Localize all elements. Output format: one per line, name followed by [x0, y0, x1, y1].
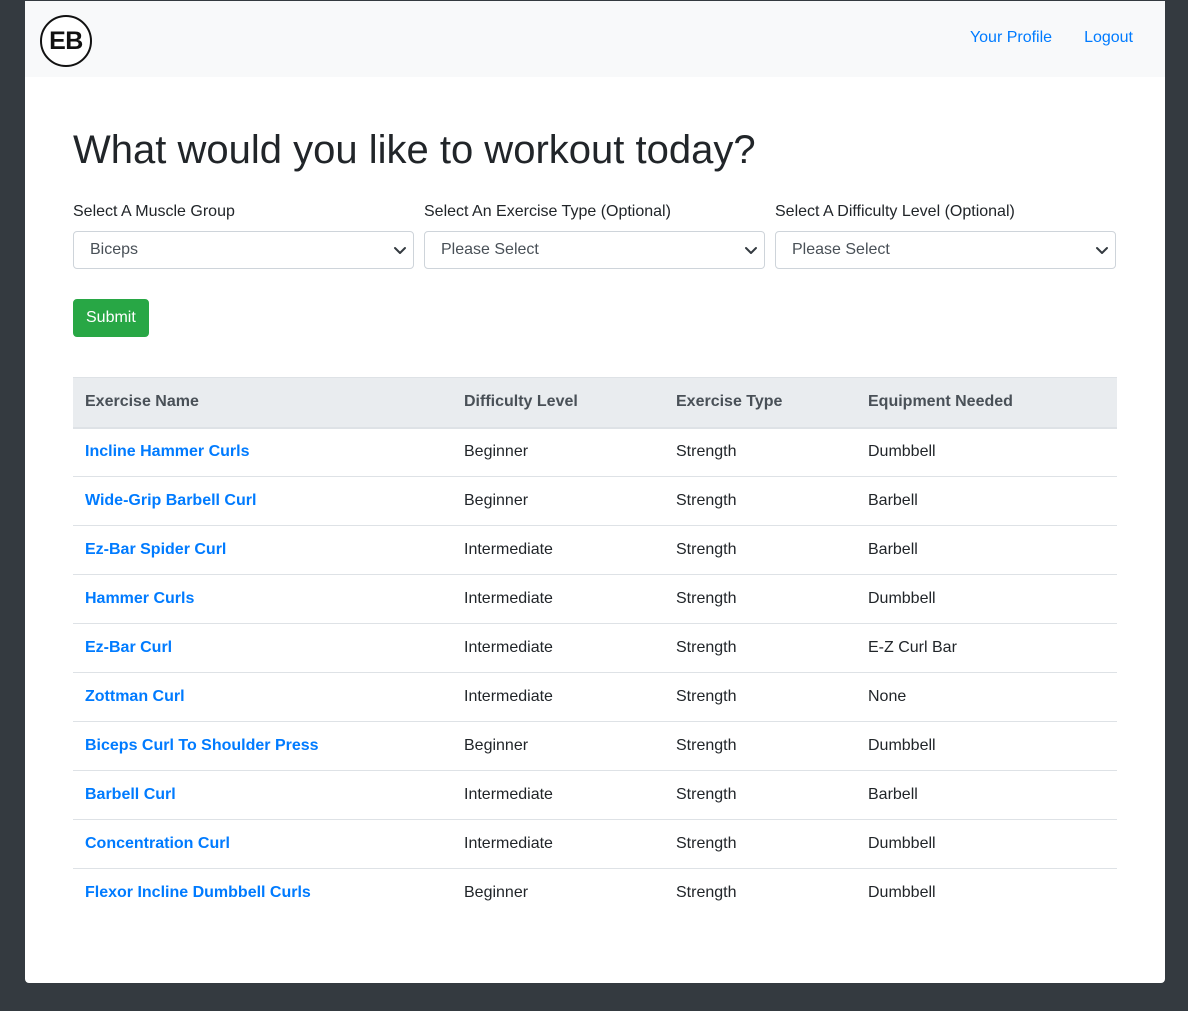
exercise-name-cell: Flexor Incline Dumbbell Curls — [73, 869, 452, 918]
exercise-type-select[interactable]: Please Select — [424, 231, 765, 269]
equipment-cell: Dumbbell — [856, 574, 1117, 624]
difficulty-cell: Intermediate — [452, 574, 664, 624]
table-row: Hammer Curls Intermediate Strength Dumbb… — [73, 574, 1117, 624]
equipment-cell: Dumbbell — [856, 819, 1117, 869]
muscle-group-value: Biceps — [90, 241, 139, 258]
exercise-name-cell: Barbell Curl — [73, 770, 452, 820]
equipment-cell: Barbell — [856, 770, 1117, 820]
chevron-down-icon — [1096, 247, 1108, 254]
column-header-equipment-needed: Equipment Needed — [856, 377, 1117, 429]
equipment-cell: Dumbbell — [856, 427, 1117, 477]
exercise-link[interactable]: Wide-Grip Barbell Curl — [85, 492, 256, 509]
page-title: What would you like to workout today? — [73, 128, 756, 172]
difficulty-cell: Beginner — [452, 427, 664, 477]
table-body: Incline Hammer Curls Beginner Strength D… — [73, 427, 1117, 918]
exercise-type-cell: Strength — [676, 884, 737, 902]
difficulty-cell: Intermediate — [452, 770, 664, 820]
exercise-link[interactable]: Ez-Bar Curl — [85, 639, 172, 656]
muscle-group-select[interactable]: Biceps — [73, 231, 414, 269]
column-header-exercise-name: Exercise Name — [73, 377, 452, 429]
nav-links: Your Profile Logout — [970, 29, 1133, 47]
navbar: EB Your Profile Logout — [25, 1, 1165, 77]
exercise-type-cell: Strength — [664, 721, 856, 771]
chevron-down-icon — [745, 247, 757, 254]
exercise-link[interactable]: Barbell Curl — [85, 786, 176, 803]
exercise-type-cell: Strength — [664, 672, 856, 722]
exercise-type-cell: Strength — [664, 770, 856, 820]
difficulty-cell: Intermediate — [452, 623, 664, 673]
table-row: Wide-Grip Barbell Curl Beginner Strength… — [73, 476, 1117, 526]
exercise-link[interactable]: Flexor Incline Dumbbell Curls — [85, 884, 311, 901]
difficulty-level-filter: Select A Difficulty Level (Optional) Ple… — [775, 202, 1116, 269]
exercise-link[interactable]: Biceps Curl To Shoulder Press — [85, 737, 319, 754]
exercise-name-cell: Wide-Grip Barbell Curl — [73, 476, 452, 526]
exercise-type-cell: Strength — [664, 427, 856, 477]
difficulty-cell: Beginner — [452, 721, 664, 771]
exercise-name-cell: Ez-Bar Curl — [73, 623, 452, 673]
table-row: Ez-Bar Spider Curl Intermediate Strength… — [73, 525, 1117, 575]
your-profile-link[interactable]: Your Profile — [970, 29, 1052, 47]
logout-link[interactable]: Logout — [1084, 29, 1133, 47]
difficulty-cell: Intermediate — [452, 525, 664, 575]
equipment-cell: None — [856, 672, 1117, 722]
column-header-exercise-type: Exercise Type — [664, 377, 856, 429]
table-header: Exercise Name Difficulty Level Exercise … — [73, 377, 1117, 429]
exercise-type-value: Please Select — [441, 241, 539, 258]
exercise-type-cell: Strength — [664, 623, 856, 673]
difficulty-cell: Intermediate — [452, 672, 664, 722]
exercise-table: Exercise Name Difficulty Level Exercise … — [73, 377, 1117, 918]
exercise-type-label: Select An Exercise Type (Optional) — [424, 203, 671, 220]
table-row: Concentration Curl Intermediate Strength… — [73, 819, 1117, 869]
exercise-link[interactable]: Incline Hammer Curls — [85, 443, 250, 460]
page-container: EB Your Profile Logout What would you li… — [25, 1, 1165, 983]
exercise-name-cell: Zottman Curl — [73, 672, 452, 722]
muscle-group-filter: Select A Muscle Group Biceps — [73, 202, 414, 269]
chevron-down-icon — [394, 247, 406, 254]
exercise-name-cell: Incline Hammer Curls — [73, 427, 452, 477]
equipment-cell: Barbell — [856, 525, 1117, 575]
table-row: Ez-Bar Curl Intermediate Strength E-Z Cu… — [73, 623, 1117, 673]
table-row: Barbell Curl Intermediate Strength Barbe… — [73, 770, 1117, 820]
filter-form: Select A Muscle Group Biceps Select An E… — [73, 202, 1117, 269]
exercise-type-filter: Select An Exercise Type (Optional) Pleas… — [424, 202, 765, 269]
exercise-name-cell: Hammer Curls — [73, 574, 452, 624]
table-row: Flexor Incline Dumbbell Curls Beginner S… — [73, 869, 1117, 918]
exercise-link[interactable]: Ez-Bar Spider Curl — [85, 541, 226, 558]
submit-button[interactable]: Submit — [73, 299, 149, 337]
exercise-link[interactable]: Hammer Curls — [85, 590, 194, 607]
column-header-difficulty-level: Difficulty Level — [452, 377, 664, 429]
exercise-name-cell: Ez-Bar Spider Curl — [73, 525, 452, 575]
difficulty-cell: Beginner — [452, 476, 664, 526]
equipment-cell: E-Z Curl Bar — [856, 623, 1117, 673]
table-row: Incline Hammer Curls Beginner Strength D… — [73, 427, 1117, 477]
exercise-type-cell: Strength — [664, 574, 856, 624]
table-row: Biceps Curl To Shoulder Press Beginner S… — [73, 721, 1117, 771]
exercise-type-cell: Strength — [664, 525, 856, 575]
equipment-cell: Dumbbell — [856, 721, 1117, 771]
difficulty-level-select[interactable]: Please Select — [775, 231, 1116, 269]
table-row: Zottman Curl Intermediate Strength None — [73, 672, 1117, 722]
difficulty-level-label: Select A Difficulty Level (Optional) — [775, 203, 1015, 220]
equipment-cell: Barbell — [856, 476, 1117, 526]
exercise-type-cell: Strength — [664, 476, 856, 526]
logo[interactable]: EB — [40, 15, 92, 67]
exercise-link[interactable]: Zottman Curl — [85, 688, 185, 705]
muscle-group-label: Select A Muscle Group — [73, 203, 235, 220]
exercise-link[interactable]: Concentration Curl — [85, 835, 230, 852]
difficulty-level-value: Please Select — [792, 241, 890, 258]
exercise-name-cell: Biceps Curl To Shoulder Press — [73, 721, 452, 771]
exercise-name-cell: Concentration Curl — [73, 819, 452, 869]
equipment-cell: Dumbbell — [868, 884, 936, 902]
main-content: What would you like to workout today? Se… — [73, 77, 1117, 918]
difficulty-cell: Intermediate — [452, 819, 664, 869]
difficulty-cell: Beginner — [464, 884, 529, 902]
exercise-type-cell: Strength — [664, 819, 856, 869]
